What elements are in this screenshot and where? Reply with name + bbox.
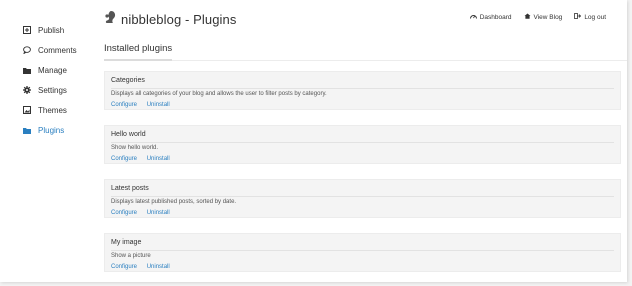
view-blog-link[interactable]: View Blog bbox=[524, 13, 563, 21]
sidebar-item-manage[interactable]: Manage bbox=[22, 60, 92, 80]
sidebar-item-label: Comments bbox=[38, 45, 77, 55]
plugin-description: Show a picture bbox=[111, 253, 151, 259]
configure-link[interactable]: Configure bbox=[111, 156, 137, 162]
dashboard-icon bbox=[469, 13, 480, 21]
image-icon bbox=[22, 106, 31, 115]
folder-icon bbox=[22, 126, 31, 135]
squirrel-icon bbox=[104, 10, 116, 29]
plugin-description: Show hello world. bbox=[111, 145, 159, 151]
folder-icon bbox=[22, 66, 31, 75]
plugin-description: Displays latest published posts, sorted … bbox=[111, 199, 237, 205]
sidebar-item-comments[interactable]: Comments bbox=[22, 40, 92, 60]
logout-icon bbox=[574, 13, 584, 21]
app-window: nibbleblog - Plugins Dashboard View Blog… bbox=[0, 0, 627, 282]
plugin-description: Displays all categories of your blog and… bbox=[111, 91, 327, 97]
configure-link[interactable]: Configure bbox=[111, 264, 137, 270]
plugin-card: Categories Displays all categories of yo… bbox=[104, 71, 621, 110]
sidebar-item-publish[interactable]: Publish bbox=[22, 20, 92, 40]
plugin-actions: Configure Uninstall bbox=[111, 264, 178, 270]
plugin-card: My image Show a picture Configure Uninst… bbox=[104, 233, 621, 272]
sidebar-item-label: Publish bbox=[38, 25, 65, 35]
uninstall-link[interactable]: Uninstall bbox=[147, 102, 170, 108]
plugin-card: Hello world Show hello world. Configure … bbox=[104, 125, 621, 164]
publish-icon bbox=[22, 26, 31, 35]
sidebar-item-label: Manage bbox=[38, 65, 67, 75]
divider bbox=[104, 60, 627, 61]
section-title-underline bbox=[104, 59, 172, 61]
plugin-list: Categories Displays all categories of yo… bbox=[104, 71, 621, 282]
dashboard-label: Dashboard bbox=[479, 13, 512, 21]
top-nav: Dashboard View Blog Log out bbox=[458, 13, 606, 21]
divider bbox=[111, 142, 614, 143]
plugin-actions: Configure Uninstall bbox=[111, 156, 178, 162]
divider bbox=[111, 88, 614, 89]
page-title: nibbleblog - Plugins bbox=[121, 12, 237, 27]
view-blog-label: View Blog bbox=[533, 13, 563, 21]
plugin-card: Latest posts Displays latest published p… bbox=[104, 179, 621, 218]
comment-icon bbox=[22, 46, 31, 55]
sidebar-item-plugins[interactable]: Plugins bbox=[22, 120, 92, 140]
sidebar-item-label: Plugins bbox=[38, 125, 65, 135]
plugin-actions: Configure Uninstall bbox=[111, 210, 178, 216]
uninstall-link[interactable]: Uninstall bbox=[147, 264, 170, 270]
uninstall-link[interactable]: Uninstall bbox=[147, 210, 170, 216]
uninstall-link[interactable]: Uninstall bbox=[147, 156, 170, 162]
dashboard-link[interactable]: Dashboard bbox=[469, 13, 512, 21]
section-title: Installed plugins bbox=[104, 43, 173, 54]
divider bbox=[111, 250, 614, 251]
divider bbox=[111, 196, 614, 197]
header: nibbleblog - Plugins Dashboard View Blog… bbox=[104, 9, 627, 29]
sidebar: Publish Comments Manage Settings Themes bbox=[22, 20, 92, 140]
sidebar-item-label: Themes bbox=[38, 105, 67, 115]
home-icon bbox=[524, 13, 534, 21]
plugin-name: My image bbox=[111, 239, 142, 246]
sidebar-item-settings[interactable]: Settings bbox=[22, 80, 92, 100]
gear-icon bbox=[22, 86, 31, 95]
configure-link[interactable]: Configure bbox=[111, 210, 137, 216]
plugin-name: Hello world bbox=[111, 131, 146, 138]
logout-link[interactable]: Log out bbox=[574, 13, 606, 21]
logo[interactable]: nibbleblog - Plugins bbox=[104, 10, 236, 29]
sidebar-item-label: Settings bbox=[38, 85, 67, 95]
logout-label: Log out bbox=[584, 13, 606, 21]
plugin-name: Categories bbox=[111, 77, 145, 84]
plugin-name: Latest posts bbox=[111, 185, 149, 192]
plugin-actions: Configure Uninstall bbox=[111, 102, 178, 108]
sidebar-item-themes[interactable]: Themes bbox=[22, 100, 92, 120]
configure-link[interactable]: Configure bbox=[111, 102, 137, 108]
